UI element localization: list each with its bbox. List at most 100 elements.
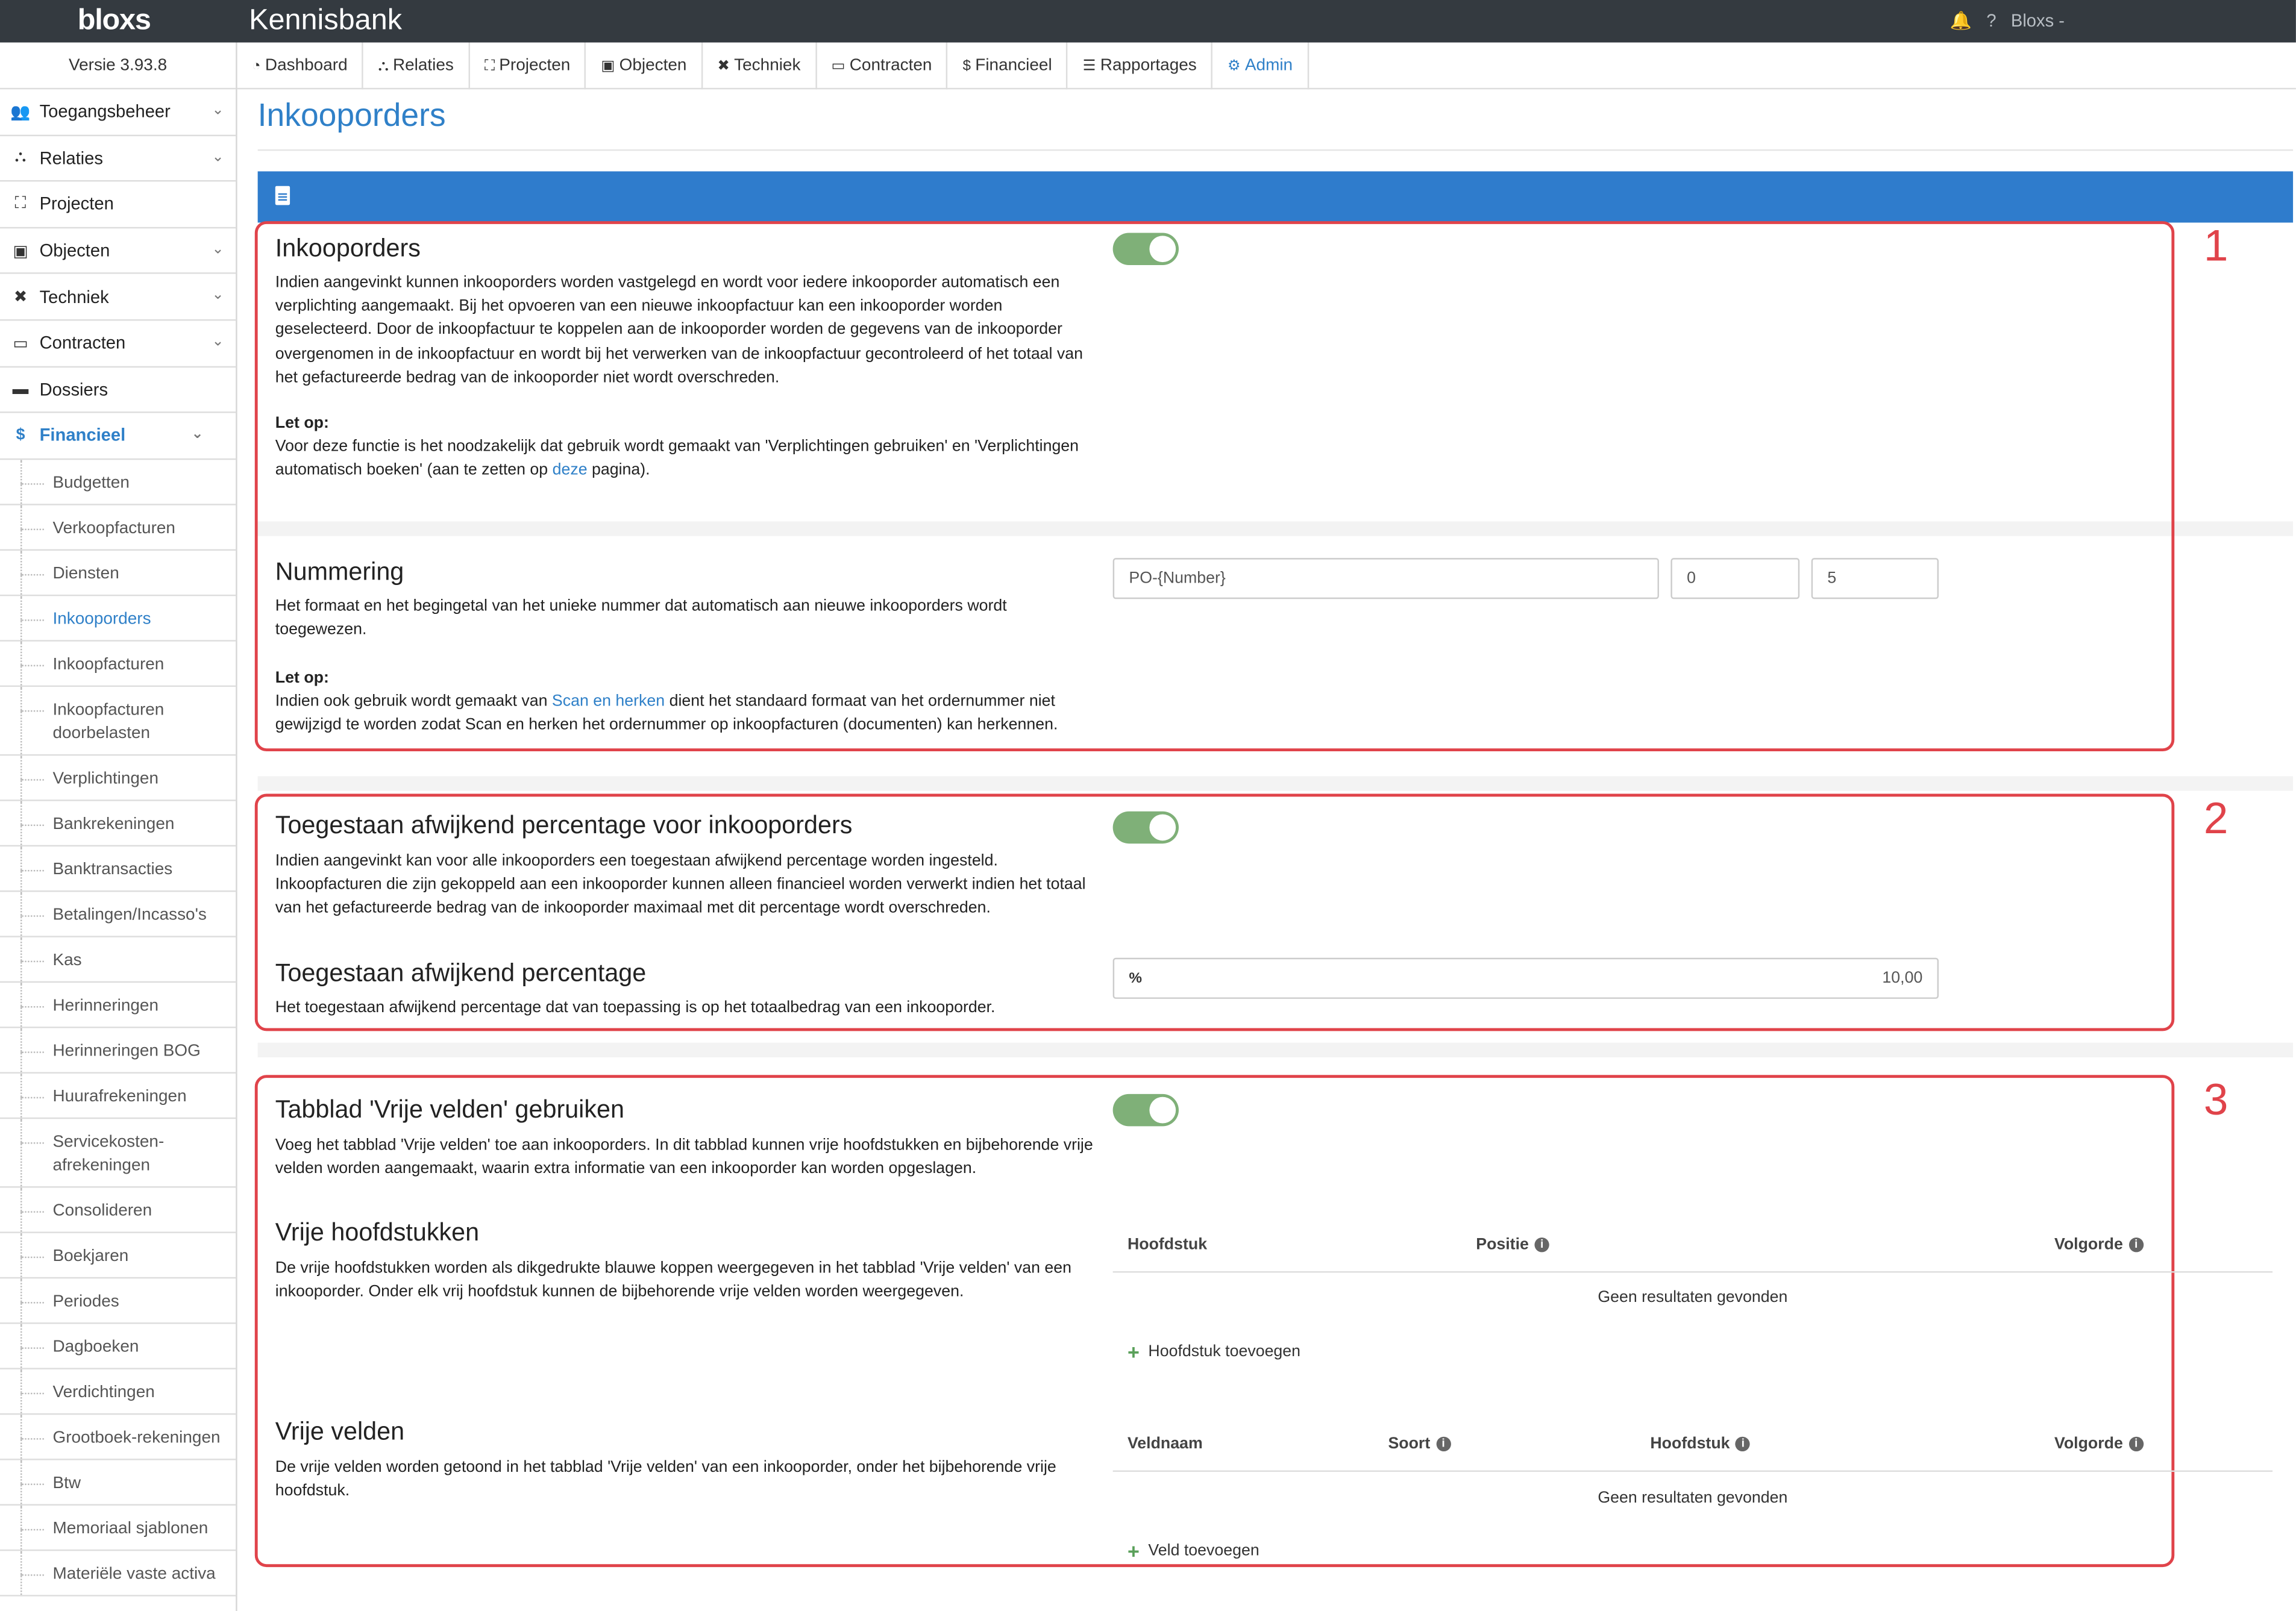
sidebar-subitem-inkoopfacturen-doorbelasten[interactable]: Inkoopfacturen doorbelasten — [0, 686, 236, 755]
sidebar-item-label: Financieel — [39, 425, 126, 446]
sidebar-subitem-banktransacties[interactable]: Banktransacties — [0, 846, 236, 892]
chevron-down-icon: ⌄ — [191, 426, 204, 443]
tab-objecten[interactable]: ▣ Objecten — [586, 42, 703, 90]
sidebar-subitem-materiele-vaste-activa[interactable]: Materiële vaste activa — [0, 1550, 236, 1597]
nummering-note: Indien ook gebruik wordt gemaakt van Sca… — [275, 690, 1096, 737]
title-divider — [257, 149, 2294, 151]
info-icon[interactable]: i — [1435, 1436, 1451, 1452]
sidebar-item-techniek[interactable]: ✖ Techniek ⌄ — [0, 274, 236, 321]
table-header-divider — [1112, 1470, 2273, 1472]
vrije-velden-tab-toggle[interactable] — [1112, 1093, 1179, 1127]
bell-icon[interactable]: 🔔 — [1950, 10, 1972, 31]
vrije-velden-description: De vrije velden worden getoond in het ta… — [275, 1459, 1056, 1500]
tab-techniek[interactable]: ✖ Techniek — [703, 42, 817, 90]
afwijkend-percentage-input[interactable]: % 10,00 — [1112, 957, 1939, 999]
column-header-soort[interactable]: Soort i — [1388, 1435, 1451, 1453]
inkooporders-description: Indien aangevinkt kunnen inkooporders wo… — [275, 274, 1084, 387]
info-icon[interactable]: i — [2128, 1237, 2144, 1253]
info-icon[interactable]: i — [2128, 1436, 2144, 1452]
sidebar-subitem-budgetten[interactable]: Budgetten — [0, 459, 236, 505]
inkooporders-toggle[interactable] — [1112, 233, 1179, 265]
afwijkend-percentage-toggle[interactable] — [1112, 811, 1179, 844]
info-icon[interactable]: i — [1736, 1436, 1751, 1452]
sidebar-subitem-bankrekeningen[interactable]: Bankrekeningen — [0, 801, 236, 846]
sidebar-item-label: Objecten — [39, 240, 110, 261]
info-icon[interactable]: i — [1534, 1237, 1549, 1253]
tab-label: Techniek — [734, 57, 801, 75]
main-nav: ◔ Dashboard ⛬ Relaties ⛶ Projecten ▣ Objecte… — [237, 42, 2296, 90]
column-header-veldnaam[interactable]: Veldnaam — [1128, 1435, 1203, 1453]
sidebar-subitem-herinneringen-bog[interactable]: Herinneringen BOG — [0, 1027, 236, 1074]
dollar-icon: $ — [962, 58, 971, 74]
plus-icon: + — [1127, 1340, 1140, 1364]
tab-label: Financieel — [975, 57, 1052, 75]
tab-admin[interactable]: ⚙ Admin — [1213, 42, 1309, 90]
section-divider — [257, 776, 2294, 791]
sidebar-subitem-inkooporders[interactable]: Inkooporders — [0, 595, 236, 642]
column-header-positie[interactable]: Positie i — [1476, 1236, 1549, 1254]
tab-label: Objecten — [619, 57, 687, 75]
add-veld-button[interactable]: + Veld toevoegen — [1128, 1541, 1259, 1561]
tab-dashboard[interactable]: ◔ Dashboard — [237, 42, 364, 90]
sidebar-subitem-consolideren[interactable]: Consolideren — [0, 1187, 236, 1233]
note-label: Let op: — [275, 669, 329, 687]
tab-label: Projecten — [499, 57, 571, 75]
tab-label: Contracten — [849, 57, 932, 75]
tab-financieel[interactable]: $ Financieel — [948, 42, 1068, 90]
sidebar-subitem-verplichtingen[interactable]: Verplichtingen — [0, 755, 236, 801]
sidebar-subitem-btw[interactable]: Btw — [0, 1459, 236, 1506]
sidebar-subitem-betalingen[interactable]: Betalingen/Incasso's — [0, 891, 236, 937]
vrije-velden-tab-description: Voeg het tabblad 'Vrije velden' toe aan … — [275, 1136, 1093, 1178]
column-header-volgorde[interactable]: Volgorde i — [2054, 1435, 2144, 1453]
app-root: bloxs Kennisbank 🔔 ? Bloxs - Versie 3.93… — [0, 0, 2296, 1611]
sidebar-item-contracten[interactable]: ▭ Contracten ⌄ — [0, 321, 236, 368]
brand-logo[interactable]: bloxs — [78, 4, 151, 38]
start-number-input[interactable]: 0 — [1670, 558, 1800, 599]
hoofdstukken-empty-message: Geen resultaten gevonden — [1598, 1289, 1788, 1307]
sidebar-item-dossiers[interactable]: ▬ Dossiers — [0, 367, 236, 413]
tab-contracten[interactable]: ▭ Contracten — [817, 42, 949, 90]
deze-link[interactable]: deze — [553, 461, 588, 479]
sidebar-subitem-memoriaal-sjablonen[interactable]: Memoriaal sjablonen — [0, 1505, 236, 1551]
tools-icon: ✖ — [717, 58, 730, 74]
annotation-number-2: 2 — [2203, 795, 2229, 844]
column-header-volgorde[interactable]: Volgorde i — [2054, 1236, 2144, 1254]
add-hoofdstuk-button[interactable]: + Hoofdstuk toevoegen — [1127, 1340, 1300, 1364]
column-header-hoofdstuk[interactable]: Hoofdstuk i — [1650, 1435, 1751, 1453]
sidebar-subitem-grootboekrekeningen[interactable]: Grootboek-rekeningen — [0, 1414, 236, 1460]
tab-projecten[interactable]: ⛶ Projecten — [470, 42, 587, 90]
tab-rapportages[interactable]: ☰ Rapportages — [1068, 42, 1213, 90]
afwijkend-toggle-title: Toegestaan afwijkend percentage voor ink… — [275, 811, 853, 839]
afwijkend-pct-title: Toegestaan afwijkend percentage — [275, 959, 647, 987]
question-icon[interactable]: ? — [1986, 10, 1996, 31]
sidebar-subitem-dagboeken[interactable]: Dagboeken — [0, 1323, 236, 1369]
scan-en-herken-link[interactable]: Scan en herken — [552, 693, 665, 710]
sidebar-subitem-diensten[interactable]: Diensten — [0, 550, 236, 596]
number-length-input[interactable]: 5 — [1811, 558, 1939, 599]
user-menu[interactable]: Bloxs - — [2011, 10, 2065, 31]
vrije-hoofdstukken-description: De vrije hoofdstukken worden als dikgedr… — [275, 1259, 1072, 1301]
gear-icon: ⚙ — [1227, 58, 1241, 74]
sidebar-subitem-verdichtingen[interactable]: Verdichtingen — [0, 1369, 236, 1415]
tab-label: Admin — [1244, 57, 1293, 75]
sidebar-item-projecten[interactable]: ⛶ Projecten — [0, 182, 236, 228]
sidebar-item-toegangsbeheer[interactable]: 👥 Toegangsbeheer ⌄ — [0, 89, 236, 136]
sidebar-item-relaties[interactable]: ⛬ Relaties ⌄ — [0, 136, 236, 182]
sidebar-subitem-periodes[interactable]: Periodes — [0, 1278, 236, 1324]
column-label: Hoofdstuk — [1650, 1435, 1730, 1453]
column-header-hoofdstuk[interactable]: Hoofdstuk — [1128, 1236, 1207, 1254]
sidebar-item-objecten[interactable]: ▣ Objecten ⌄ — [0, 228, 236, 275]
sidebar-subitem-boekjaren[interactable]: Boekjaren — [0, 1233, 236, 1278]
column-label: Hoofdstuk — [1127, 1236, 1208, 1254]
sidebar-subitem-herinneringen[interactable]: Herinneringen — [0, 982, 236, 1028]
note-text: Voor deze functie is het noodzakelijk da… — [275, 437, 1079, 480]
sidebar-subitem-verkoopfacturen[interactable]: Verkoopfacturen — [0, 505, 236, 551]
tab-relaties[interactable]: ⛬ Relaties — [363, 42, 470, 90]
sidebar-subitem-inkoopfacturen[interactable]: Inkoopfacturen — [0, 641, 236, 687]
sidebar-subitem-huurafrekeningen[interactable]: Huurafrekeningen — [0, 1073, 236, 1119]
sidebar-item-financieel[interactable]: $ Financieel ⌄ — [0, 413, 236, 460]
sidebar-subitem-kas[interactable]: Kas — [0, 937, 236, 983]
sidebar-subitem-servicekosten[interactable]: Servicekosten-afrekeningen — [0, 1118, 236, 1187]
column-label: Positie — [1476, 1236, 1529, 1254]
number-format-input[interactable]: PO-{Number} — [1112, 558, 1659, 599]
